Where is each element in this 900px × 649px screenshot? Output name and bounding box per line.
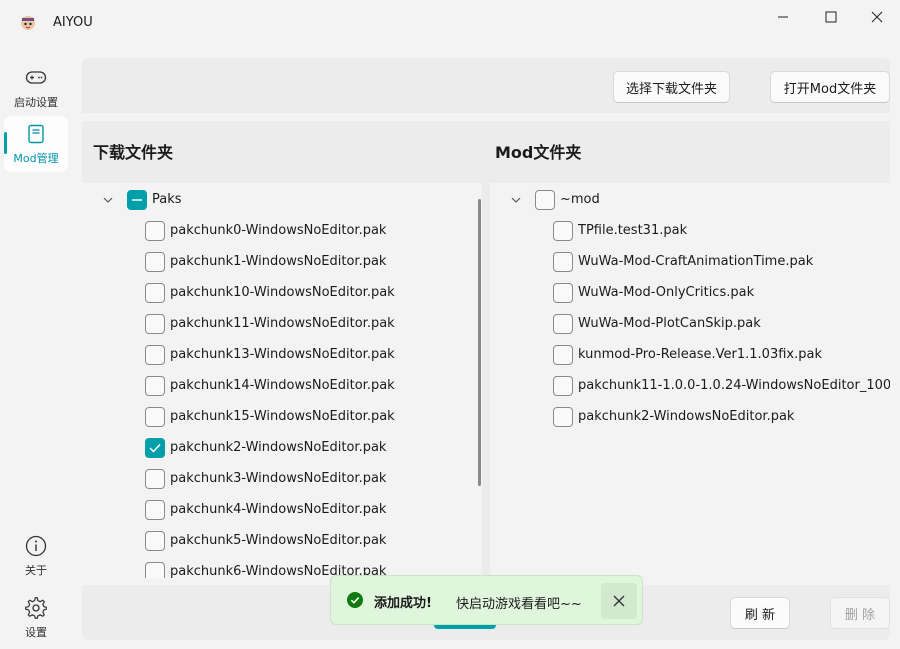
sidebar-item-mod-manager[interactable]: Mod管理 — [4, 116, 68, 172]
tree-item-label: pakchunk14-WindowsNoEditor.pak — [170, 378, 395, 393]
checkbox[interactable] — [553, 375, 573, 396]
download-tree[interactable]: Paks pakchunk0-WindowsNoEditor.pak pakchu… — [82, 183, 482, 578]
tree-root-mod[interactable]: ~mod — [510, 184, 600, 215]
checkbox[interactable] — [145, 499, 165, 520]
mod-tree[interactable]: ~mod TPfile.test31.pak WuWa-Mod-CraftAnim… — [490, 183, 890, 578]
close-button[interactable] — [854, 0, 900, 34]
tree-file-row[interactable]: pakchunk2-WindowsNoEditor.pak — [553, 401, 794, 432]
app-title: AIYOU — [53, 15, 93, 30]
tree-item-label: pakchunk0-WindowsNoEditor.pak — [170, 223, 387, 238]
success-toast: 添加成功! 快启动游戏看看吧~~ — [330, 575, 643, 625]
checkbox[interactable] — [145, 251, 165, 272]
tree-file-row[interactable]: pakchunk2-WindowsNoEditor.pak — [145, 432, 386, 463]
tree-item-label: WuWa-Mod-PlotCanSkip.pak — [578, 316, 761, 331]
tree-file-row[interactable]: pakchunk0-WindowsNoEditor.pak — [145, 215, 386, 246]
delete-button[interactable]: 删 除 — [830, 597, 890, 629]
sidebar-item-settings[interactable]: 设置 — [4, 590, 68, 646]
tree-item-label: pakchunk11-1.0.0-1.0.24-WindowsNoEditor_… — [578, 378, 890, 393]
tree-item-label: kunmod-Pro-Release.Ver1.1.03fix.pak — [578, 347, 822, 362]
checkbox[interactable] — [145, 468, 165, 489]
checkbox[interactable] — [553, 344, 573, 365]
minimize-button[interactable] — [760, 0, 806, 34]
sidebar-item-label: 设置 — [25, 625, 47, 639]
tree-file-row[interactable]: TPfile.test31.pak — [553, 215, 687, 246]
checkbox[interactable] — [553, 282, 573, 303]
tree-file-row[interactable]: pakchunk14-WindowsNoEditor.pak — [145, 370, 395, 401]
tree-file-row[interactable]: WuWa-Mod-CraftAnimationTime.pak — [553, 246, 813, 277]
tree-file-row[interactable]: WuWa-Mod-OnlyCritics.pak — [553, 277, 754, 308]
tree-file-row[interactable]: pakchunk3-WindowsNoEditor.pak — [145, 463, 386, 494]
checkbox-partial[interactable] — [127, 189, 147, 210]
checkbox[interactable] — [145, 313, 165, 334]
gear-icon — [25, 596, 47, 619]
toast-title: 添加成功! — [374, 596, 432, 611]
gamepad-icon — [25, 67, 47, 89]
sidebar-item-about[interactable]: 关于 — [4, 528, 68, 584]
checkbox[interactable] — [535, 189, 555, 210]
tree-file-row[interactable]: pakchunk1-WindowsNoEditor.pak — [145, 246, 386, 277]
checkbox-checked[interactable] — [145, 437, 165, 458]
mod-folder-heading: Mod文件夹 — [495, 143, 582, 162]
sidebar-item-label: Mod管理 — [13, 151, 59, 165]
toast-message: 快启动游戏看看吧~~ — [456, 597, 582, 612]
tree-item-label: pakchunk2-WindowsNoEditor.pak — [170, 440, 387, 455]
checkbox[interactable] — [145, 375, 165, 396]
tree-item-label: ~mod — [560, 192, 600, 207]
toolbar: 选择下载文件夹 打开Mod文件夹 — [82, 58, 890, 113]
sidebar-item-label: 关于 — [25, 563, 47, 577]
open-mod-folder-button[interactable]: 打开Mod文件夹 — [770, 71, 890, 103]
tree-file-row[interactable]: pakchunk10-WindowsNoEditor.pak — [145, 277, 395, 308]
tree-file-row[interactable]: kunmod-Pro-Release.Ver1.1.03fix.pak — [553, 339, 822, 370]
info-icon — [25, 535, 47, 557]
tree-item-label: TPfile.test31.pak — [578, 223, 688, 238]
checkbox[interactable] — [145, 220, 165, 241]
checkbox[interactable] — [145, 561, 165, 578]
tree-file-row[interactable]: pakchunk11-1.0.0-1.0.24-WindowsNoEditor_… — [553, 370, 890, 401]
checkbox[interactable] — [145, 282, 165, 303]
app-logo-icon — [18, 12, 38, 32]
sidebar-item-launch-settings[interactable]: 启动设置 — [4, 60, 68, 116]
sidebar-item-label: 启动设置 — [14, 95, 58, 109]
tree-item-label: pakchunk10-WindowsNoEditor.pak — [170, 285, 395, 300]
select-download-folder-button[interactable]: 选择下载文件夹 — [613, 71, 730, 103]
download-folder-heading: 下载文件夹 — [93, 143, 174, 162]
tree-item-label: pakchunk3-WindowsNoEditor.pak — [170, 471, 387, 486]
download-tree-scrollbar[interactable] — [478, 199, 481, 486]
tree-item-label: pakchunk11-WindowsNoEditor.pak — [170, 316, 395, 331]
tree-item-label: WuWa-Mod-OnlyCritics.pak — [578, 285, 755, 300]
tree-item-label: pakchunk2-WindowsNoEditor.pak — [578, 409, 795, 424]
checkbox[interactable] — [553, 406, 573, 427]
close-icon[interactable] — [601, 583, 637, 619]
tree-file-row[interactable]: pakchunk11-WindowsNoEditor.pak — [145, 308, 395, 339]
checkmark-icon — [149, 443, 161, 453]
tree-item-label: pakchunk15-WindowsNoEditor.pak — [170, 409, 395, 424]
refresh-button[interactable]: 刷 新 — [730, 597, 790, 629]
checkbox[interactable] — [553, 251, 573, 272]
tree-file-row[interactable]: pakchunk15-WindowsNoEditor.pak — [145, 401, 395, 432]
title-bar: AIYOU — [0, 0, 900, 40]
tree-item-label: pakchunk4-WindowsNoEditor.pak — [170, 502, 387, 517]
tree-item-label: pakchunk1-WindowsNoEditor.pak — [170, 254, 387, 269]
tree-file-row[interactable]: pakchunk4-WindowsNoEditor.pak — [145, 494, 386, 525]
checkbox[interactable] — [553, 220, 573, 241]
sidebar: 启动设置 Mod管理 关于 设置 — [0, 40, 72, 649]
tree-item-label: Paks — [152, 192, 182, 207]
check-circle-icon — [347, 592, 363, 608]
checkbox[interactable] — [553, 313, 573, 334]
tree-root-paks[interactable]: Paks — [102, 184, 182, 215]
chevron-down-icon[interactable] — [510, 194, 522, 206]
tree-file-row[interactable]: WuWa-Mod-PlotCanSkip.pak — [553, 308, 761, 339]
maximize-button[interactable] — [808, 0, 854, 34]
book-icon — [25, 123, 47, 145]
checkbox[interactable] — [145, 530, 165, 551]
tree-item-label: WuWa-Mod-CraftAnimationTime.pak — [578, 254, 814, 269]
tree-file-row[interactable]: pakchunk13-WindowsNoEditor.pak — [145, 339, 395, 370]
tree-item-label: pakchunk5-WindowsNoEditor.pak — [170, 533, 387, 548]
checkbox[interactable] — [145, 406, 165, 427]
tree-item-label: pakchunk13-WindowsNoEditor.pak — [170, 347, 395, 362]
tree-file-row[interactable]: pakchunk5-WindowsNoEditor.pak — [145, 525, 386, 556]
checkbox[interactable] — [145, 344, 165, 365]
chevron-down-icon[interactable] — [102, 194, 114, 206]
